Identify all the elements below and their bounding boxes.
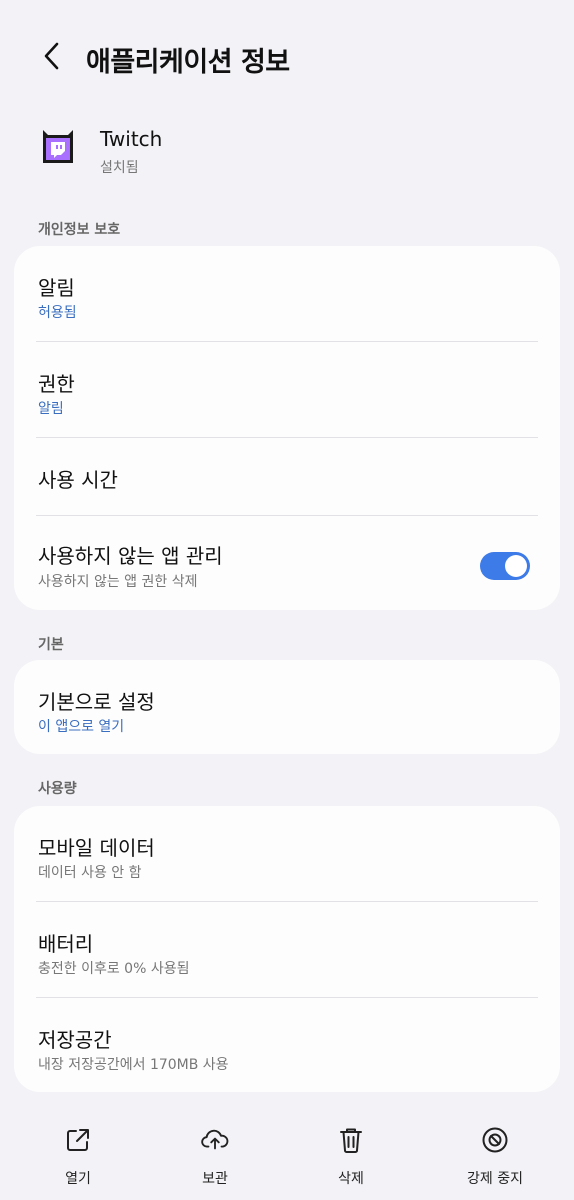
bottom-action-bar: 열기 보관 삭제 강제 중지 [0,1110,574,1200]
permissions-title: 권한 [38,372,75,396]
usage-time-title: 사용 시간 [38,468,118,492]
uninstall-button[interactable]: 삭제 [291,1126,411,1196]
unused-apps-title: 사용하지 않는 앱 관리 [38,544,223,568]
toggle-knob [505,555,527,577]
app-bar: 애플리케이션 정보 [0,0,574,112]
battery-row[interactable]: 배터리 충전한 이후로 0% 사용됨 [36,902,538,998]
back-button[interactable] [34,38,70,74]
storage-title: 저장공간 [38,1028,112,1052]
set-default-row[interactable]: 기본으로 설정 이 앱으로 열기 [36,660,538,754]
open-label: 열기 [65,1171,91,1187]
page-title: 애플리케이션 정보 [86,47,290,78]
permissions-row[interactable]: 권한 알림 [36,342,538,438]
notifications-status: 허용됨 [38,305,77,321]
battery-sub: 충전한 이후로 0% 사용됨 [38,961,190,977]
storage-row[interactable]: 저장공간 내장 저장공간에서 170MB 사용 [36,998,538,1092]
app-name: Twitch [100,127,163,151]
open-external-icon [64,1126,92,1154]
permissions-summary: 알림 [38,401,64,417]
mobile-data-title: 모바일 데이터 [38,836,155,860]
set-default-sub: 이 앱으로 열기 [38,719,125,735]
set-default-title: 기본으로 설정 [38,690,155,714]
section-label-defaults: 기본 [38,637,64,653]
battery-title: 배터리 [38,932,94,956]
storage-sub: 내장 저장공간에서 170MB 사용 [38,1057,229,1073]
notifications-title: 알림 [38,276,75,300]
open-button[interactable]: 열기 [18,1126,138,1196]
uninstall-label: 삭제 [338,1171,364,1187]
twitch-app-icon [40,129,76,165]
usage-card: 모바일 데이터 데이터 사용 안 함 배터리 충전한 이후로 0% 사용됨 저장… [14,806,560,1092]
block-icon [481,1126,509,1154]
unused-apps-row[interactable]: 사용하지 않는 앱 관리 사용하지 않는 앱 권한 삭제 [36,516,538,610]
defaults-card: 기본으로 설정 이 앱으로 열기 [14,660,560,754]
section-label-privacy: 개인정보 보호 [38,222,121,238]
section-label-usage: 사용량 [38,781,77,797]
archive-button[interactable]: 보관 [155,1126,275,1196]
unused-apps-toggle[interactable] [480,552,530,580]
usage-time-row[interactable]: 사용 시간 [36,438,538,516]
privacy-card: 알림 허용됨 권한 알림 사용 시간 사용하지 않는 앱 관리 사용하지 않는 … [14,246,560,610]
force-stop-label: 강제 중지 [467,1171,523,1187]
unused-apps-sub: 사용하지 않는 앱 권한 삭제 [38,574,198,590]
app-install-status: 설치됨 [100,160,139,176]
notifications-row[interactable]: 알림 허용됨 [36,246,538,342]
force-stop-button[interactable]: 강제 중지 [435,1126,555,1196]
chevron-left-icon [44,42,59,70]
archive-label: 보관 [202,1171,228,1187]
trash-icon [337,1126,365,1154]
mobile-data-sub: 데이터 사용 안 함 [38,865,142,881]
app-info: Twitch 설치됨 [38,125,538,181]
cloud-upload-icon [201,1126,229,1154]
mobile-data-row[interactable]: 모바일 데이터 데이터 사용 안 함 [36,806,538,902]
